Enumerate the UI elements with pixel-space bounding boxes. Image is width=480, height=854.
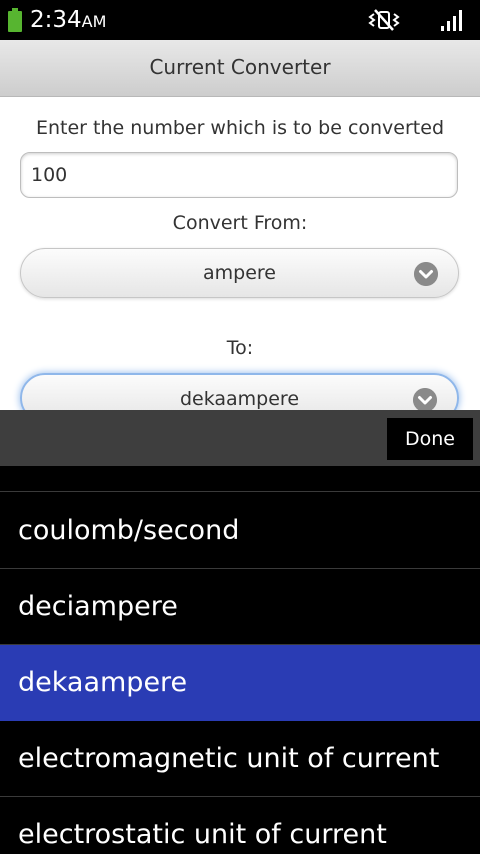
convert-from-label: Convert From:	[172, 212, 308, 234]
battery-icon	[8, 8, 22, 32]
convert-from-select[interactable]: ampere	[20, 248, 459, 298]
signal-icon	[441, 10, 462, 31]
status-time: 2:34AM	[30, 5, 106, 37]
convert-from-value: ampere	[203, 262, 276, 284]
picker-item[interactable]: deciampere	[0, 569, 480, 645]
picker-item[interactable]: electromagnetic unit of current	[0, 721, 480, 797]
page-title: Current Converter	[149, 55, 331, 79]
picker-item[interactable]: electrostatic unit of current	[0, 797, 480, 854]
unit-picker[interactable]: Done coulomb/second deciampere dekaamper…	[0, 410, 480, 854]
picker-item-selected[interactable]: dekaampere	[0, 645, 480, 721]
chevron-down-icon	[414, 262, 438, 286]
status-time-ampm: AM	[81, 12, 107, 31]
number-input[interactable]	[20, 152, 458, 198]
convert-to-label: To:	[226, 337, 254, 359]
status-time-value: 2:34	[30, 7, 82, 33]
chevron-down-icon	[413, 388, 437, 412]
picker-item-partial[interactable]	[0, 416, 480, 492]
picker-item[interactable]: coulomb/second	[0, 493, 480, 569]
number-label: Enter the number which is to be converte…	[35, 117, 445, 139]
status-bar: 2:34AM	[0, 0, 480, 40]
title-bar: Current Converter	[0, 40, 480, 97]
vibrate-mute-icon	[368, 9, 400, 31]
